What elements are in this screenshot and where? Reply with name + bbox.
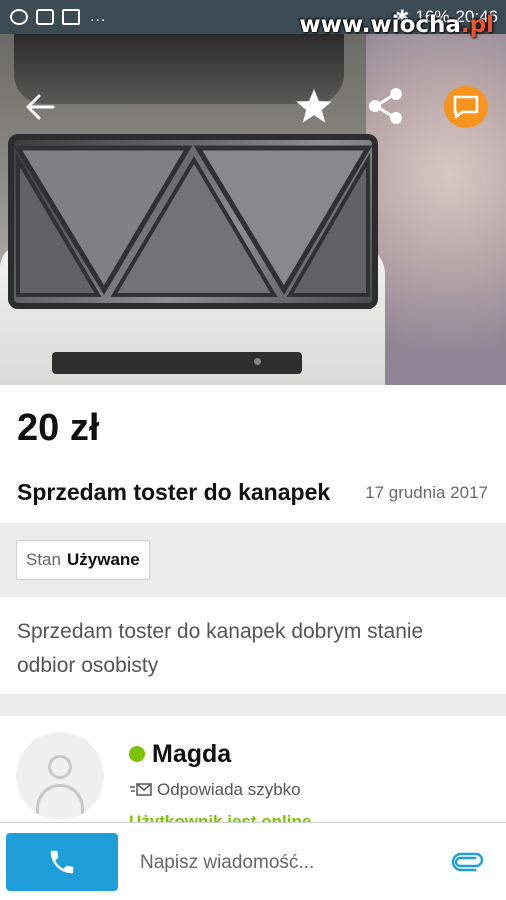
paperclip-icon xyxy=(451,852,483,872)
listing-title: Sprzedam toster do kanapek xyxy=(17,479,331,505)
avatar[interactable] xyxy=(16,732,104,820)
favorite-button[interactable] xyxy=(292,84,336,128)
avatar-shoulders xyxy=(36,784,84,814)
mail-icon xyxy=(62,9,80,25)
call-button[interactable] xyxy=(6,833,118,891)
phone-icon xyxy=(50,850,74,874)
plate-pattern xyxy=(14,145,372,297)
condition-label: Stan xyxy=(26,550,61,569)
toaster-plate xyxy=(8,134,378,309)
listing-date: 17 grudnia 2017 xyxy=(365,483,488,502)
notification-overflow: ... xyxy=(90,8,107,25)
sync-icon xyxy=(10,9,28,25)
fast-mail-icon xyxy=(130,783,152,796)
listing-header: 20 zł Sprzedam toster do kanapek 17 grud… xyxy=(0,385,506,523)
seller-card[interactable]: Magda Odpowiada szybko Użytkownik jest o… xyxy=(0,716,506,836)
message-input[interactable] xyxy=(140,851,430,875)
listing-photo[interactable] xyxy=(0,34,506,385)
listing-description: Sprzedam toster do kanapek dobrym stanie… xyxy=(17,615,487,683)
price: 20 zł xyxy=(17,407,100,449)
chat-button[interactable] xyxy=(444,86,488,128)
share-icon xyxy=(369,88,402,124)
avatar-head xyxy=(48,755,72,779)
seller-name[interactable]: Magda xyxy=(152,740,231,769)
toaster-handle xyxy=(52,352,302,374)
star-icon xyxy=(295,88,333,124)
back-button[interactable] xyxy=(22,92,58,122)
description-line: odbior osobisty xyxy=(17,654,159,677)
condition-chip: Stan Używane xyxy=(16,540,150,580)
back-arrow-icon xyxy=(26,94,55,120)
photo-pager-dot[interactable] xyxy=(254,358,261,365)
response-time: Odpowiada szybko xyxy=(157,780,301,799)
share-button[interactable] xyxy=(364,84,408,128)
attach-button[interactable] xyxy=(448,849,486,875)
description-line: Sprzedam toster do kanapek dobrym stanie xyxy=(17,620,424,643)
online-indicator xyxy=(129,746,145,762)
condition-value: Używane xyxy=(66,550,140,569)
bottom-bar xyxy=(0,822,506,900)
description-card: Sprzedam toster do kanapek dobrym stanie… xyxy=(0,597,506,694)
gallery-icon xyxy=(36,9,54,25)
watermark: www.wiocha.pl xyxy=(299,12,494,38)
chat-bubble-icon xyxy=(453,95,479,119)
